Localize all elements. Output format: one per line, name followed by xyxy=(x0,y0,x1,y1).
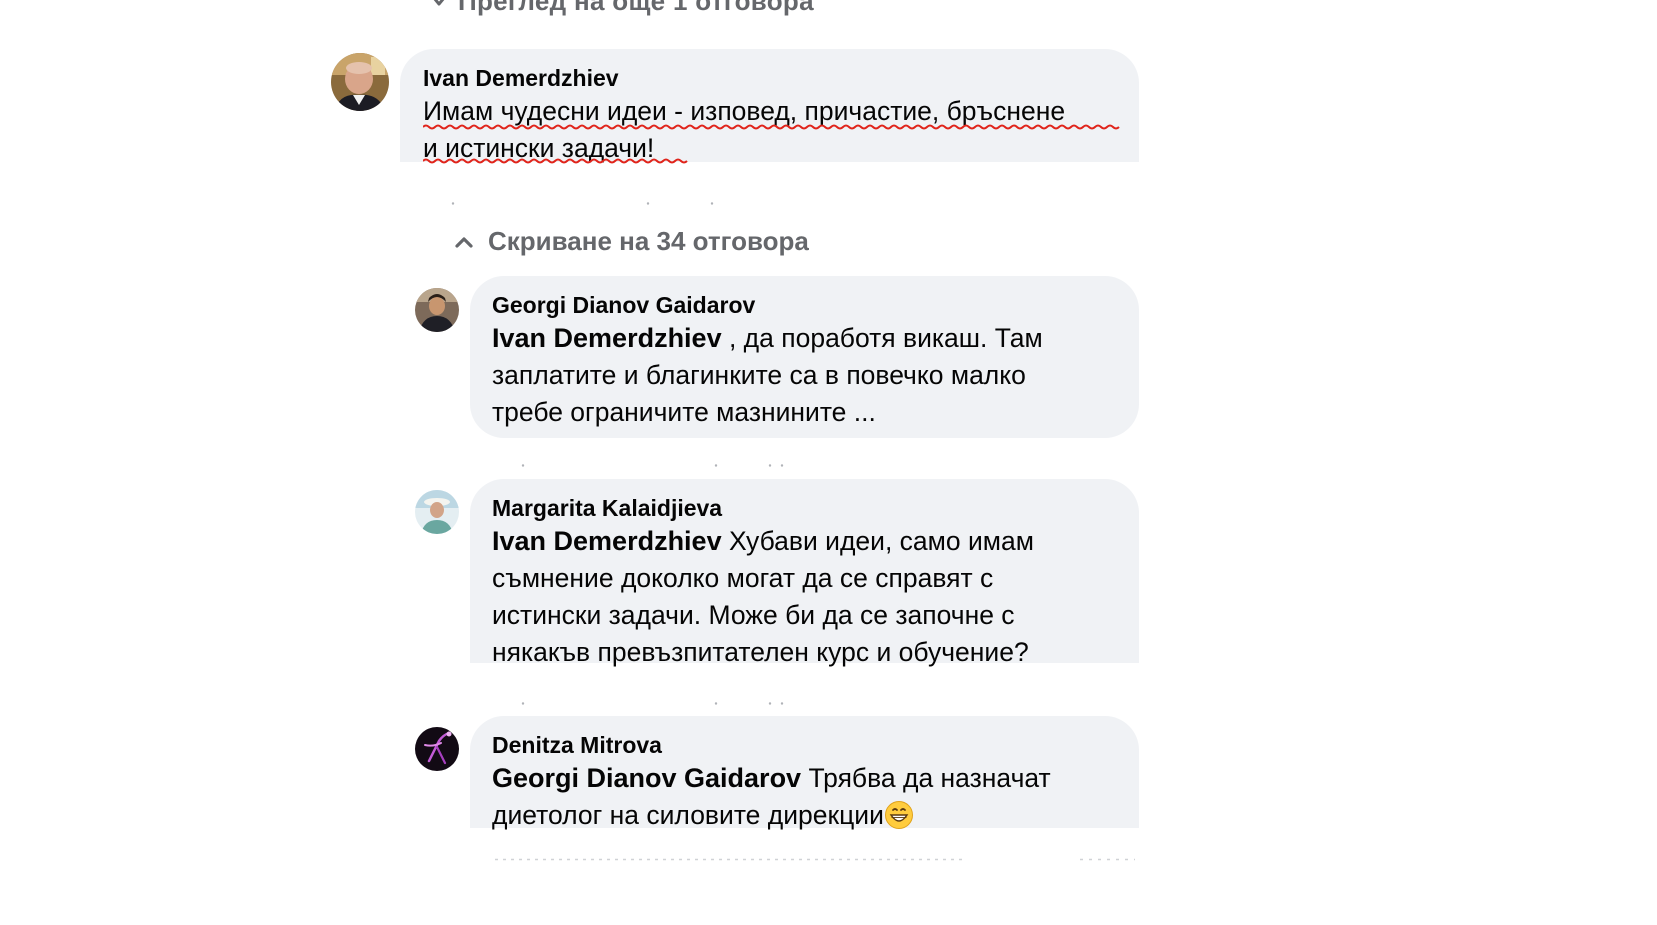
reply-actions-remnant xyxy=(521,702,784,705)
view-more-replies-label: Преглед на още 1 отговора xyxy=(458,0,814,16)
avatar[interactable] xyxy=(331,53,389,111)
view-more-replies-toggle[interactable]: Преглед на още 1 отговора xyxy=(433,0,814,17)
reply-text-line: требе ограничите мазнините ... xyxy=(492,397,876,427)
reply-text: Georgi Dianov Gaidarov Трябва да назнача… xyxy=(492,760,1051,834)
person-photo-icon xyxy=(415,288,459,332)
comment-author[interactable]: Ivan Demerdzhiev xyxy=(423,65,619,92)
dancer-photo-icon xyxy=(415,727,459,771)
reply-text-rest: Хубави идеи, само имам xyxy=(721,526,1034,556)
comment-actions-remnant xyxy=(451,202,714,205)
reply-text: Ivan Demerdzhiev Хубави идеи, само имам … xyxy=(492,523,1034,671)
spellcheck-underline xyxy=(423,158,688,164)
chevron-down-icon xyxy=(433,0,445,6)
avatar[interactable] xyxy=(415,727,459,771)
reply-text-rest: , да поработя викаш. Там xyxy=(721,323,1043,353)
reply-text-line: заплатите и благинките са в повечко малк… xyxy=(492,360,1026,390)
mention-link[interactable]: Ivan Demerdzhiev xyxy=(492,323,722,353)
reply-text-line: истински задачи. Може би да се започне с xyxy=(492,600,1015,630)
reply-actions-remnant xyxy=(495,858,1135,861)
reply-text: Ivan Demerdzhiev , да поработя викаш. Та… xyxy=(492,320,1043,431)
reply-text-line: диетолог на силовите дирекции xyxy=(492,800,884,830)
reply-text-line: съмнение доколко могат да се справят с xyxy=(492,563,994,593)
reply-text-rest: Трябва да назначат xyxy=(801,763,1051,793)
reply-text-line: някакъв превъзпитателен курс и обучение? xyxy=(492,637,1029,667)
avatar[interactable] xyxy=(415,490,459,534)
mention-link[interactable]: Georgi Dianov Gaidarov xyxy=(492,763,801,793)
avatar[interactable] xyxy=(415,288,459,332)
spellcheck-underline xyxy=(423,124,1120,130)
reply-author[interactable]: Denitza Mitrova xyxy=(492,732,662,759)
hide-replies-label: Скриване на 34 отговора xyxy=(488,226,809,256)
reply-actions-remnant xyxy=(521,464,784,467)
mention-link[interactable]: Ivan Demerdzhiev xyxy=(492,526,722,556)
chevron-up-icon xyxy=(455,236,473,248)
grinning-face-icon xyxy=(884,801,913,829)
reply-author[interactable]: Georgi Dianov Gaidarov xyxy=(492,292,755,319)
person-photo-icon xyxy=(415,490,459,534)
comment-text: Имам чудесни идеи - изповед, причастие, … xyxy=(423,93,1065,167)
person-photo-icon xyxy=(331,53,389,111)
hide-replies-toggle[interactable]: Скриване на 34 отговора xyxy=(454,226,809,257)
reply-author[interactable]: Margarita Kalaidjieva xyxy=(492,495,722,522)
